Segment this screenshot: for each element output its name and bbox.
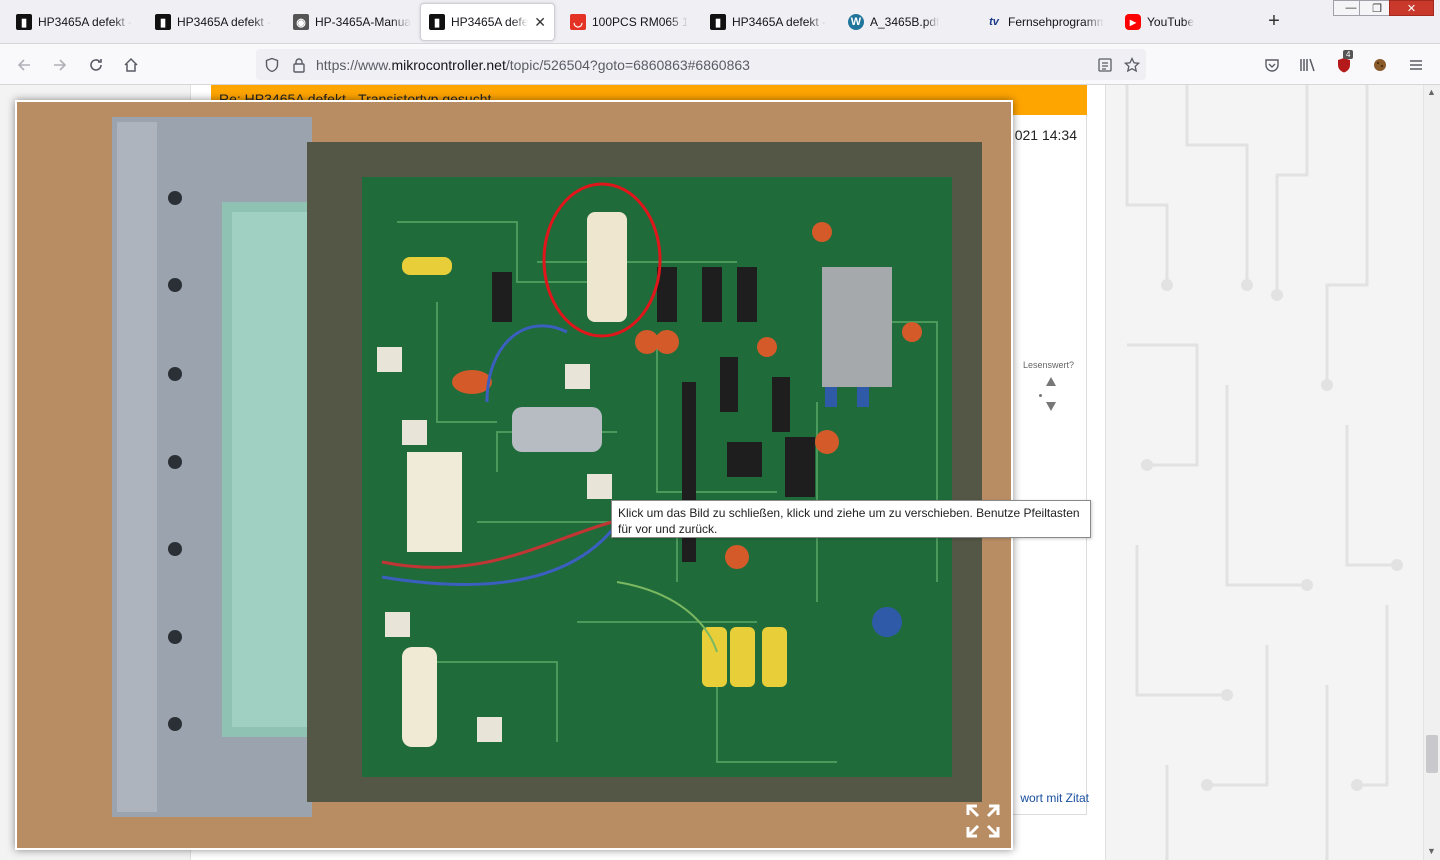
tab-8[interactable]: ▶ YouTube xyxy=(1117,3,1251,41)
nav-bar: https://www.mikrocontroller.net/topic/52… xyxy=(0,44,1440,85)
tab-label: YouTube xyxy=(1147,15,1195,29)
scroll-down-arrow-icon[interactable]: ▼ xyxy=(1427,846,1436,856)
url-bar[interactable]: https://www.mikrocontroller.net/topic/52… xyxy=(256,49,1146,80)
tab-label: HP3465A defekt - xyxy=(177,15,272,29)
tab-3-active[interactable]: ▮ HP3465A defekt ✕ xyxy=(420,3,555,41)
tab-label: A_3465B.pdf xyxy=(870,15,940,29)
tab-label: HP-3465A-Manua xyxy=(315,15,411,29)
wordpress-icon: W xyxy=(848,14,864,30)
pocket-icon xyxy=(1265,59,1279,72)
back-button[interactable] xyxy=(12,53,36,77)
youtube-icon: ▶ xyxy=(1125,14,1141,30)
lock-icon[interactable] xyxy=(292,57,306,73)
menu-button[interactable] xyxy=(1404,53,1428,77)
close-tab-icon[interactable]: ✕ xyxy=(534,14,546,31)
page-scrollbar[interactable]: ▲ ▼ xyxy=(1423,85,1440,860)
tab-2[interactable]: ◉ HP-3465A-Manua xyxy=(285,3,419,41)
downvote-arrow-icon[interactable] xyxy=(1046,402,1056,411)
scroll-up-arrow-icon[interactable]: ▲ xyxy=(1427,87,1436,97)
ublock-badge: 4 xyxy=(1343,50,1354,59)
tv-icon: tv xyxy=(989,16,999,28)
tooltip-line-2: für vor und zurück. xyxy=(618,522,718,536)
tab-label: HP3465A defekt xyxy=(451,15,529,29)
tab-label: Fernsehprogramm xyxy=(1008,15,1104,29)
arrow-right-icon xyxy=(54,59,67,71)
mc-icon: ▮ xyxy=(16,14,32,30)
extension-button[interactable] xyxy=(1368,53,1392,77)
expand-fullscreen-icon[interactable] xyxy=(965,803,1001,839)
rating-dot-icon xyxy=(1039,394,1042,397)
new-tab-button[interactable]: + xyxy=(1262,10,1286,32)
tab-label: HP3465A defekt - xyxy=(38,15,133,29)
cookie-icon xyxy=(1374,59,1386,71)
mc-icon: ▮ xyxy=(429,14,445,30)
arrow-left-icon xyxy=(17,59,30,71)
url-host: mikrocontroller.net xyxy=(391,56,506,73)
lightbox-image[interactable] xyxy=(15,100,1013,850)
mc-icon: ▮ xyxy=(155,14,171,30)
scrollbar-thumb[interactable] xyxy=(1426,735,1438,773)
home-button[interactable] xyxy=(119,53,143,77)
url-path: /topic/526504?goto=6860863#6860863 xyxy=(505,56,750,73)
reload-icon xyxy=(90,59,102,71)
tab-5[interactable]: ▮ HP3465A defekt - xyxy=(702,3,836,41)
library-button[interactable] xyxy=(1296,53,1320,77)
tab-4[interactable]: ◡ 100PCS RM065 100 xyxy=(562,3,696,41)
doc-icon: ◉ xyxy=(293,14,309,30)
ublock-button[interactable]: 4 xyxy=(1332,50,1356,77)
star-icon[interactable] xyxy=(1124,56,1140,73)
post-date: 021 14:34 xyxy=(1014,127,1077,143)
close-window-button[interactable]: ✕ xyxy=(1389,0,1434,16)
url-prefix: https://www. xyxy=(316,56,392,73)
tooltip-line-1: Klick um das Bild zu schließen, klick un… xyxy=(618,506,1080,520)
pcb-photo[interactable] xyxy=(17,102,1011,848)
hamburger-menu-icon xyxy=(1410,60,1422,70)
image-tooltip: Klick um das Bild zu schließen, klick un… xyxy=(611,500,1091,538)
pocket-button[interactable] xyxy=(1260,53,1284,77)
circuit-pattern xyxy=(1125,85,1403,860)
mc-icon: ▮ xyxy=(710,14,726,30)
url-text[interactable]: https://www.mikrocontroller.net/topic/52… xyxy=(316,57,750,73)
tab-strip: ▮ HP3465A defekt - ▮ HP3465A defekt - ◉ … xyxy=(0,0,1440,44)
tab-1[interactable]: ▮ HP3465A defekt - xyxy=(147,3,281,41)
forward-button[interactable] xyxy=(48,53,72,77)
tab-7[interactable]: tv Fernsehprogramm xyxy=(978,3,1112,41)
aliexpress-icon: ◡ xyxy=(570,14,586,30)
reload-button[interactable] xyxy=(84,53,108,77)
tab-label: HP3465A defekt - xyxy=(732,15,827,29)
tab-label: 100PCS RM065 100 xyxy=(592,15,688,29)
upvote-arrow-icon[interactable] xyxy=(1046,377,1056,386)
circuit-background xyxy=(1107,85,1423,860)
tab-6[interactable]: W A_3465B.pdf xyxy=(840,3,974,41)
library-icon xyxy=(1300,58,1315,72)
reader-view-icon[interactable] xyxy=(1098,57,1112,73)
reply-with-quote-link[interactable]: wort mit Zitat xyxy=(1020,791,1089,805)
shield-icon[interactable] xyxy=(264,57,280,73)
home-icon xyxy=(124,57,138,72)
rating-label: Lesenswert? xyxy=(1023,360,1075,370)
tab-0[interactable]: ▮ HP3465A defekt - xyxy=(8,3,142,41)
